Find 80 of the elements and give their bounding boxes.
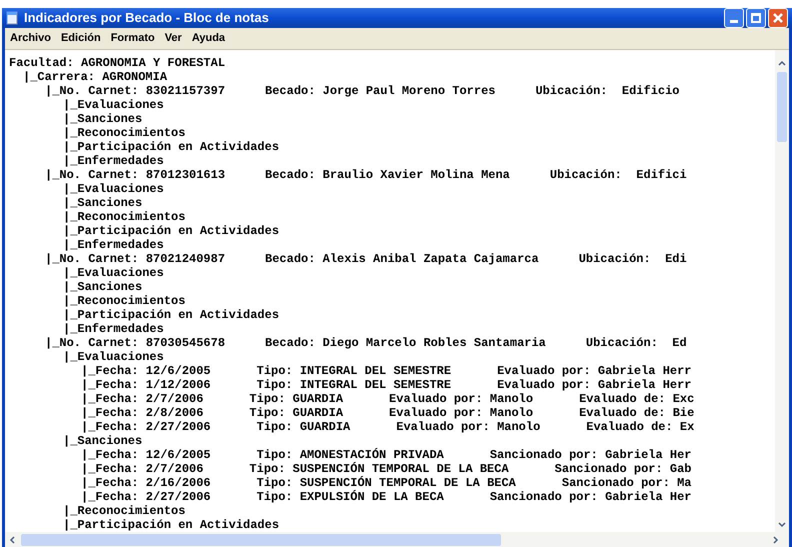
- minimize-button[interactable]: [724, 8, 744, 28]
- text-line: |_Fecha: 2/7/2006: [81, 462, 204, 476]
- text-line: Tipo: INTEGRAL DEL SEMESTRE: [256, 378, 452, 392]
- text-line: Evaluado por: Manolo: [389, 392, 534, 406]
- text-line: Becado: Alexis Anibal Zapata Cajamarca: [265, 252, 539, 266]
- text-line: Evaluado por: Gabriela Herr: [497, 364, 692, 378]
- menu-item[interactable]: Edición: [60, 30, 101, 47]
- notepad-icon: [6, 11, 18, 25]
- menu-item[interactable]: Archivo: [10, 30, 51, 47]
- menu-item[interactable]: Ayuda: [192, 30, 226, 47]
- text-line: Evaluado de: Ex: [586, 420, 694, 434]
- minimize-icon: [730, 20, 738, 23]
- text-line: Evaluado de: Bie: [579, 406, 694, 420]
- maximize-button[interactable]: [746, 8, 766, 28]
- close-icon: [773, 13, 783, 23]
- text-line: |_Sanciones: [63, 196, 142, 210]
- text-line: Evaluado por: Gabriela Herr: [497, 378, 692, 392]
- text-line: |_Fecha: 2/27/2006: [81, 420, 211, 434]
- text-line: |_Participación en Actividades: [63, 308, 280, 322]
- text-line: |_Fecha: 2/7/2006: [81, 392, 204, 406]
- text-line: Ubicación: Edificio: [535, 84, 680, 98]
- text-line: Tipo: INTEGRAL DEL SEMESTRE: [256, 364, 452, 378]
- text-line: Sancionado por: Gab: [554, 462, 692, 476]
- text-line: Tipo: GUARDIA: [249, 392, 344, 406]
- text-line: |_Participación en Actividades: [63, 140, 280, 154]
- text-line: Evaluado por: Manolo: [389, 406, 534, 420]
- text-line: |_No. Carnet: 83021157397: [45, 84, 226, 98]
- text-line: Ubicación: Edifici: [550, 168, 687, 182]
- text-line: |_Participación en Actividades: [63, 224, 280, 238]
- text-line: Becado: Diego Marcelo Robles Santamaria: [265, 336, 546, 350]
- text-line: |_Sanciones: [63, 434, 142, 448]
- text-line: Evaluado por: Manolo: [396, 420, 540, 434]
- text-line: |_Enfermedades: [63, 154, 164, 168]
- text-line: |_Evaluaciones: [63, 266, 164, 280]
- text-line: |_Carrera: AGRONOMIA: [23, 70, 168, 84]
- text-line: Tipo: EXPULSIÓN DE LA BECA: [256, 490, 444, 504]
- text-line: Tipo: SUSPENCIÓN TEMPORAL DE LA BECA: [256, 476, 516, 490]
- text-line: |_Sanciones: [63, 112, 142, 126]
- text-line: Sancionado por: Ma: [562, 476, 692, 490]
- text-line: |_Reconocimientos: [63, 210, 186, 224]
- text-line: Evaluado de: Exc: [579, 392, 694, 406]
- text-line: |_Sanciones: [63, 280, 142, 294]
- text-line: |_Fecha: 1/12/2006: [81, 378, 211, 392]
- text-line: |_Reconocimientos: [63, 504, 186, 518]
- scroll-thumb[interactable]: [777, 72, 787, 142]
- text-line: |_No. Carnet: 87012301613: [45, 168, 226, 182]
- text-line: |_Fecha: 2/8/2006: [81, 406, 204, 420]
- window-title: Indicadores por Becado - Bloc de notas: [24, 9, 269, 28]
- horizontal-scrollbar[interactable]: [5, 532, 789, 547]
- text-line: |_Participación en Actividades: [63, 518, 280, 532]
- text-line: Tipo: SUSPENCIÓN TEMPORAL DE LA BECA: [249, 462, 509, 476]
- maximize-icon: [751, 13, 761, 23]
- text-line: Tipo: AMONESTACIÓN PRIVADA: [256, 448, 444, 462]
- text-line: Sancionado por: Gabriela Her: [490, 490, 692, 504]
- text-line: |_Fecha: 2/16/2006: [81, 476, 211, 490]
- close-button[interactable]: [768, 8, 788, 28]
- text-line: |_Enfermedades: [63, 322, 164, 336]
- text-line: |_Fecha: 12/6/2005: [81, 364, 211, 378]
- vertical-scrollbar[interactable]: [775, 50, 789, 532]
- text-line: |_Reconocimientos: [63, 294, 186, 308]
- menu-item[interactable]: Ver: [164, 30, 182, 47]
- text-line: Becado: Jorge Paul Moreno Torres: [265, 84, 496, 98]
- text-line: Tipo: GUARDIA: [249, 406, 344, 420]
- text-line: Becado: Braulio Xavier Molina Mena: [265, 168, 510, 182]
- text-line: |_No. Carnet: 87021240987: [45, 252, 226, 266]
- text-line: |_Evaluaciones: [63, 350, 164, 364]
- text-line: Sancionado por: Gabriela Her: [490, 448, 692, 462]
- text-line: Tipo: GUARDIA: [256, 420, 350, 434]
- text-line: |_Enfermedades: [63, 238, 164, 252]
- text-line: |_No. Carnet: 87030545678: [45, 336, 226, 350]
- text-line: |_Reconocimientos: [63, 126, 186, 140]
- text-line: |_Evaluaciones: [63, 98, 164, 112]
- text-line: Ubicación: Ed: [586, 336, 687, 350]
- text-line: |_Fecha: 12/6/2005: [81, 448, 211, 462]
- text-line: Ubicación: Edi: [578, 252, 687, 266]
- text-line: Facultad: AGRONOMIA Y FORESTAL: [9, 56, 226, 70]
- text-line: |_Evaluaciones: [63, 182, 164, 196]
- scroll-thumb[interactable]: [21, 534, 501, 546]
- text-line: |_Fecha: 2/27/2006: [81, 490, 211, 504]
- menu-item[interactable]: Formato: [110, 30, 155, 47]
